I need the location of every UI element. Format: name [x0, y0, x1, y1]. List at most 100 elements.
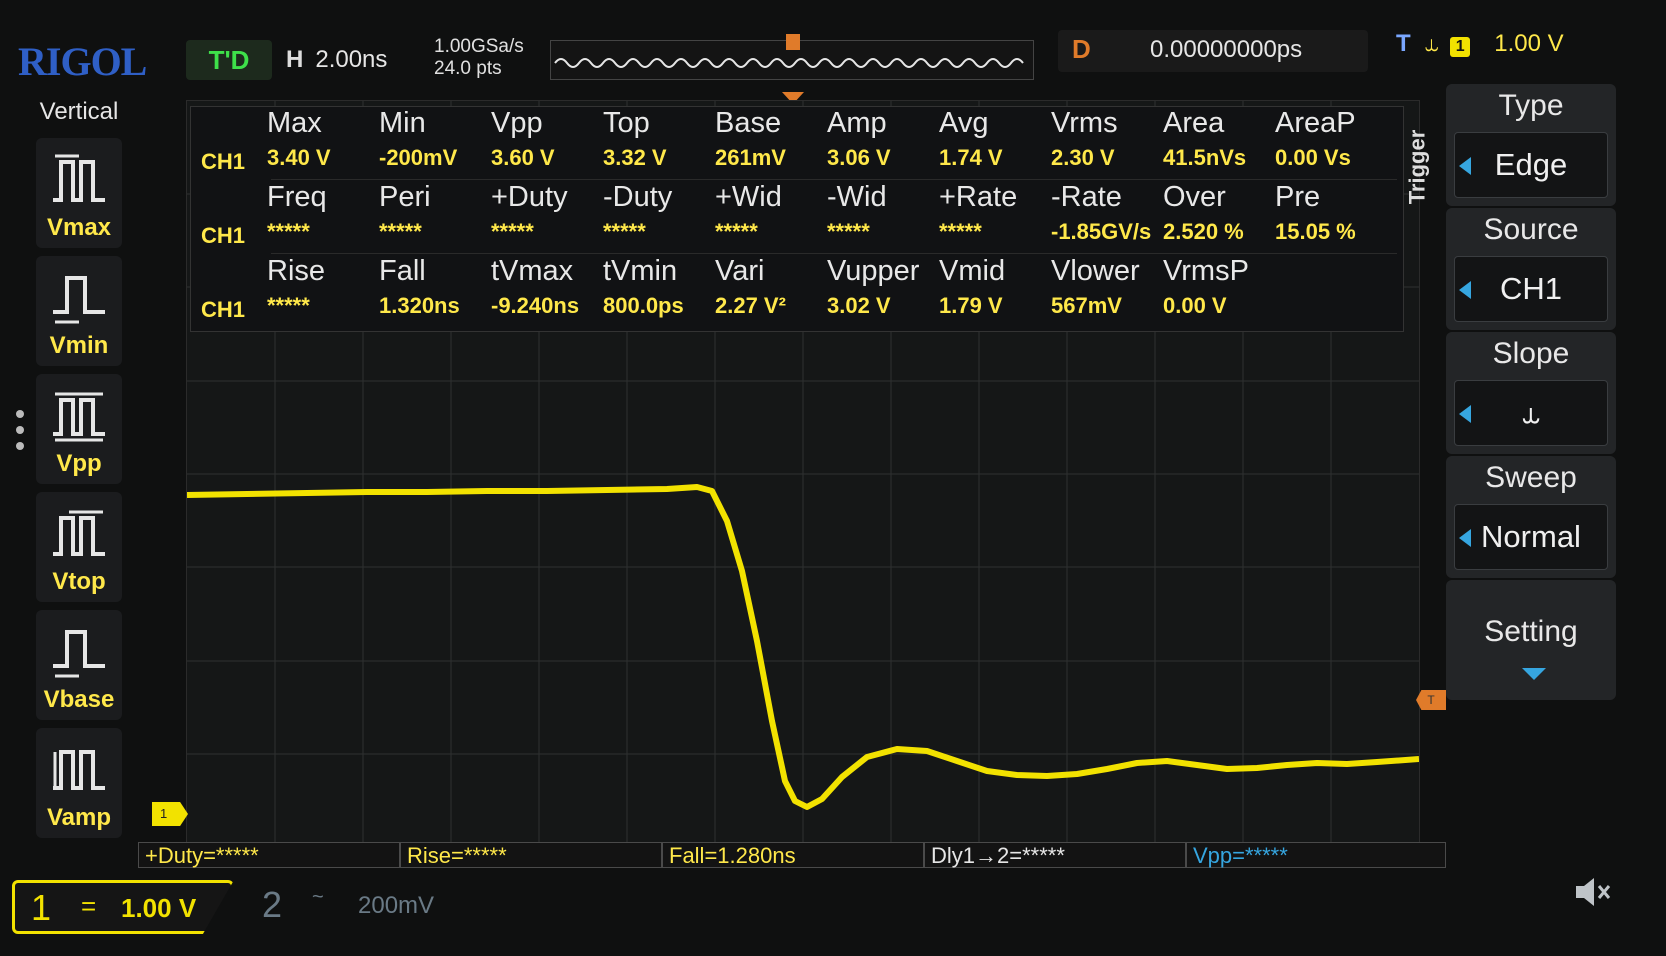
horizontal-timebase[interactable]: H 2.00ns: [286, 40, 387, 80]
measurement-row-2: CH1 Freq ***** Peri ***** +Duty ***** -Duty…: [191, 181, 1403, 255]
vamp-icon: [53, 750, 105, 790]
meas-neg-duty: -Duty *****: [603, 181, 673, 244]
trigger-sweep-value[interactable]: Normal: [1454, 504, 1608, 570]
falling-edge-icon: ⥿: [1522, 395, 1540, 430]
meas-pos-wid: +Wid *****: [715, 181, 782, 244]
meas-vrmsp: VrmsP 0.00 V: [1163, 255, 1249, 318]
vbase-button[interactable]: Vbase: [36, 610, 122, 720]
memory-depth: 24.0 pts: [434, 58, 502, 79]
selector-arrow-icon: [1459, 157, 1471, 175]
channel-2-scale: 200mV: [358, 892, 435, 919]
trigger-slope-header: Slope: [1492, 337, 1570, 370]
trigger-type-menu[interactable]: Type Edge: [1446, 84, 1616, 206]
vbase-icon: [53, 630, 105, 678]
ac-coupling-icon: ~: [312, 886, 324, 908]
trigger-slope-value[interactable]: ⥿: [1454, 380, 1608, 446]
vpp-button[interactable]: Vpp: [36, 374, 122, 484]
channel-2-number: 2: [262, 884, 283, 925]
delay-label: D: [1072, 34, 1091, 64]
timebase-value: 2.00ns: [315, 46, 388, 73]
meas-base: Base 261mV: [715, 107, 786, 170]
trigger-type-header: Type: [1498, 89, 1564, 122]
vmax-button[interactable]: Vmax: [36, 138, 122, 248]
quick-duty[interactable]: +Duty=*****: [138, 842, 400, 868]
vbase-label: Vbase: [43, 686, 115, 713]
trigger-channel-badge: 1: [1450, 37, 1471, 57]
meas-pos-rate: +Rate *****: [939, 181, 1018, 244]
meas-fall: Fall 1.320ns: [379, 255, 460, 318]
meas-tvmax: tVmax -9.240ns: [491, 255, 580, 318]
menu-page-dots: [16, 410, 26, 458]
sample-rate: 1.00GSa/s: [434, 36, 524, 57]
vamp-button[interactable]: Vamp: [36, 728, 122, 838]
meas-pos-duty: +Duty *****: [491, 181, 568, 244]
vtop-label: Vtop: [52, 568, 106, 595]
meas-freq: Freq *****: [267, 181, 327, 244]
brand-logo: RIGOL: [18, 39, 147, 84]
meas-amp: Amp 3.06 V: [827, 107, 891, 170]
meas-top: Top 3.32 V: [603, 107, 667, 170]
meas-vupper: Vupper 3.02 V: [827, 255, 920, 318]
delay-value: 0.00000000ps: [1150, 36, 1303, 63]
channel-2-status[interactable]: 2 ~ 200mV: [242, 880, 452, 934]
row-channel: CH1: [201, 297, 246, 322]
trigger-status[interactable]: T ⥿ 1 1.00 V: [1396, 30, 1564, 58]
trigger-sweep-header: Sweep: [1485, 461, 1577, 494]
quick-rise[interactable]: Rise=*****: [400, 842, 662, 868]
meas-vpp: Vpp 3.60 V: [491, 107, 555, 170]
meas-rise: Rise *****: [267, 255, 326, 318]
meas-vari: Vari 2.27 V²: [715, 255, 786, 318]
vmin-button[interactable]: Vmin: [36, 256, 122, 366]
quick-delay[interactable]: Dly1→2=*****: [924, 842, 1186, 868]
channel-1-scale: 1.00 V: [121, 893, 197, 923]
trigger-menu-title: Trigger: [1404, 129, 1430, 205]
meas-avg: Avg 1.74 V: [939, 107, 1003, 170]
trigger-setting-button[interactable]: Setting: [1446, 580, 1616, 700]
trigger-source-value[interactable]: CH1: [1454, 256, 1608, 322]
meas-pre: Pre 15.05 %: [1275, 181, 1356, 244]
meas-neg-wid: -Wid *****: [827, 181, 887, 244]
ch1-offset-marker[interactable]: 1: [152, 802, 188, 826]
trigger-sweep-menu[interactable]: Sweep Normal: [1446, 456, 1616, 578]
sample-info: 1.00GSa/s 24.0 pts: [434, 36, 524, 80]
meas-area: Area 41.5nVs: [1163, 107, 1247, 170]
meas-peri: Peri *****: [379, 181, 431, 244]
vtop-icon: [53, 510, 105, 556]
meas-min: Min -200mV: [379, 107, 458, 170]
meas-over: Over 2.520 %: [1163, 181, 1244, 244]
meas-tvmin: tVmin 800.0ps: [603, 255, 684, 318]
sound-muted-icon[interactable]: [1570, 870, 1614, 914]
quick-vpp[interactable]: Vpp=*****: [1186, 842, 1446, 868]
vamp-label: Vamp: [46, 804, 112, 831]
measurement-table: CH1 Max 3.40 V Min -200mV Vpp 3.60 V Top 3.3…: [190, 106, 1404, 332]
vmax-label: Vmax: [46, 214, 112, 241]
chevron-down-icon: [1522, 668, 1546, 680]
trigger-slope-menu[interactable]: Slope ⥿: [1446, 332, 1616, 454]
vmax-icon: [53, 154, 105, 202]
row-divider: [271, 179, 1397, 180]
trigger-level-marker[interactable]: T: [1416, 690, 1446, 710]
meas-vrms: Vrms 2.30 V: [1051, 107, 1118, 170]
vmin-icon: [53, 276, 105, 324]
setting-label: Setting: [1484, 615, 1578, 648]
meas-max: Max 3.40 V: [267, 107, 331, 170]
vmin-label: Vmin: [49, 332, 109, 359]
row-channel: CH1: [201, 149, 246, 174]
vpp-label: Vpp: [56, 450, 102, 477]
trigger-source-header: Source: [1483, 213, 1579, 246]
run-status[interactable]: T'D: [186, 40, 272, 80]
selector-arrow-icon: [1459, 281, 1471, 299]
vertical-menu-title: Vertical: [39, 98, 119, 125]
trigger-position-marker: [786, 34, 800, 50]
selector-arrow-icon: [1459, 529, 1471, 547]
trigger-label: T: [1396, 30, 1411, 57]
selector-arrow-icon: [1459, 405, 1471, 423]
trigger-type-value[interactable]: Edge: [1454, 132, 1608, 198]
row-divider: [271, 253, 1397, 254]
quick-fall[interactable]: Fall=1.280ns: [662, 842, 924, 868]
meas-vmid: Vmid 1.79 V: [939, 255, 1006, 318]
channel-1-status[interactable]: 1 = 1.00 V: [12, 880, 234, 934]
trigger-source-menu[interactable]: Source CH1: [1446, 208, 1616, 330]
falling-edge-icon: ⥿: [1424, 30, 1439, 57]
vtop-button[interactable]: Vtop: [36, 492, 122, 602]
